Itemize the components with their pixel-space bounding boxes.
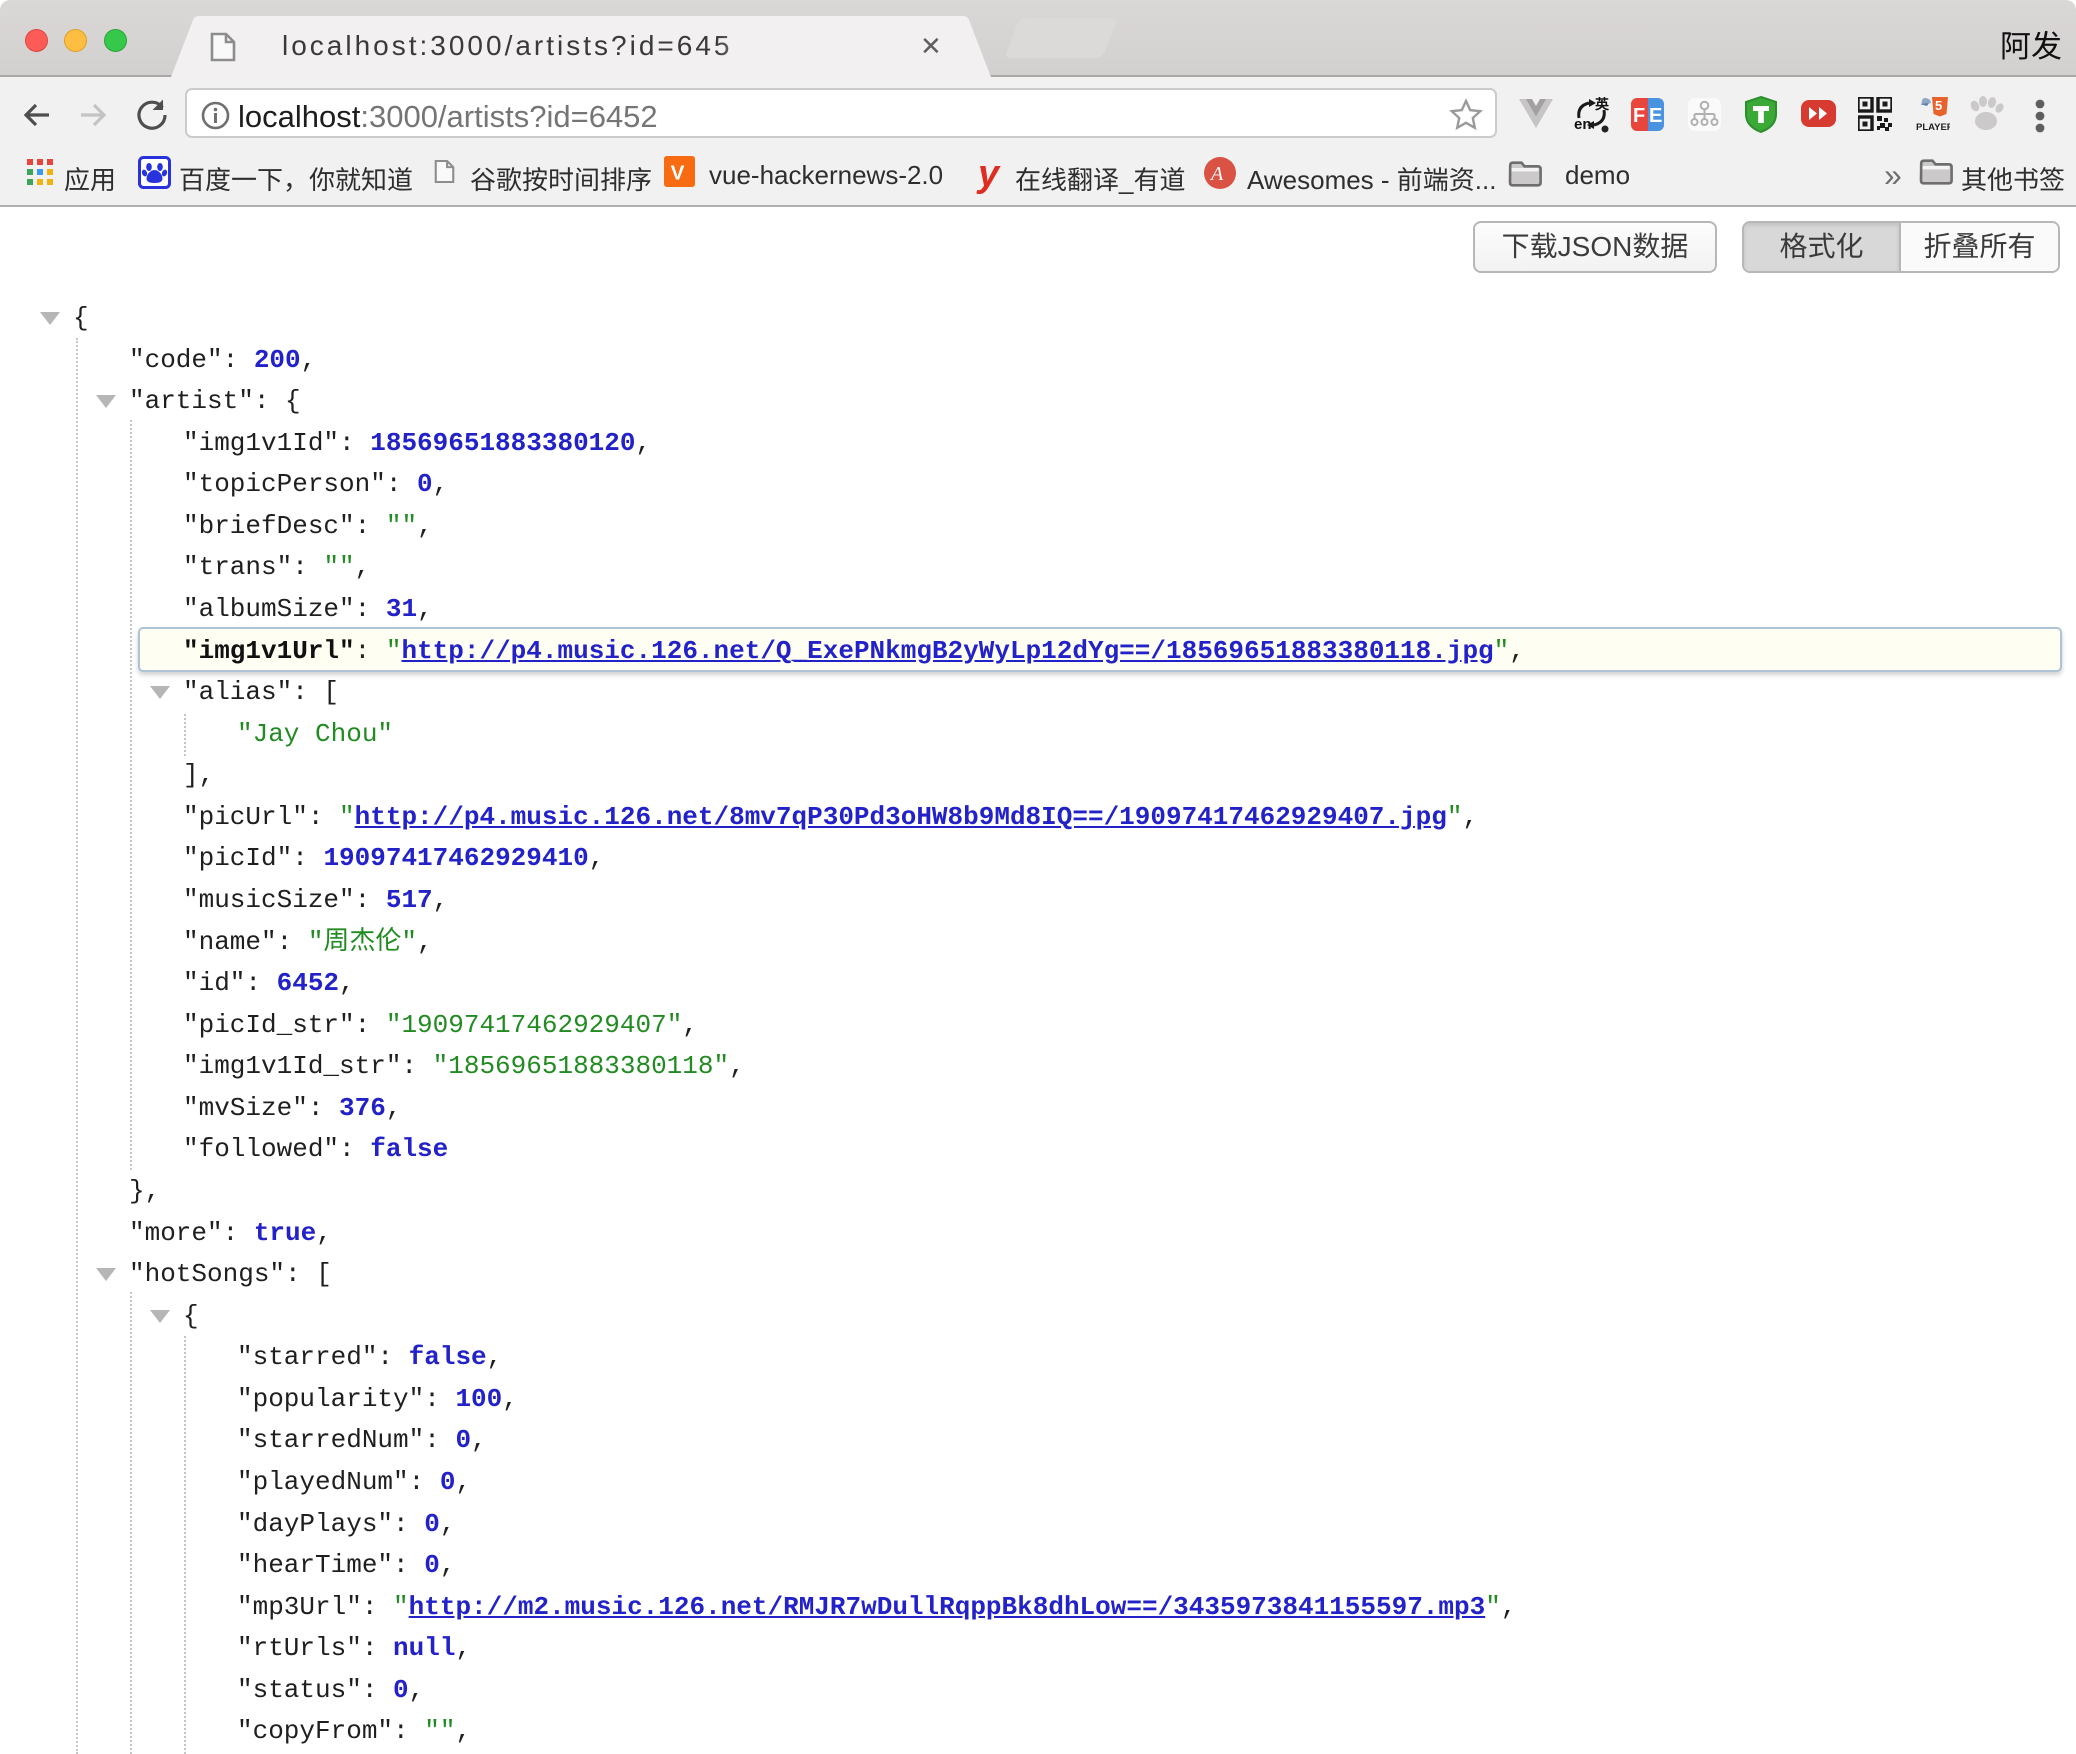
svg-text:A: A (1209, 163, 1224, 185)
svg-text:V: V (671, 161, 685, 184)
svg-text:E: E (1649, 105, 1662, 127)
svg-text:en: en (1574, 116, 1592, 133)
svg-text:英: 英 (1594, 96, 1610, 114)
svg-text:F: F (1633, 105, 1645, 127)
svg-text:PLAYER: PLAYER (1916, 122, 1950, 133)
svg-text:5: 5 (1935, 98, 1942, 113)
